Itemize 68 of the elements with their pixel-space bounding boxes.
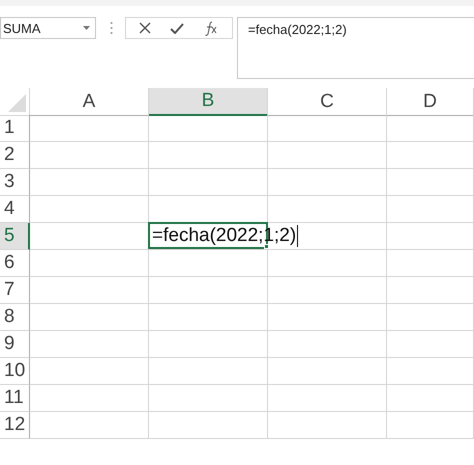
row-header[interactable]: 8 bbox=[0, 304, 30, 331]
table-cell[interactable] bbox=[387, 385, 474, 412]
table-cell[interactable] bbox=[268, 250, 387, 277]
table-cell[interactable] bbox=[387, 277, 474, 304]
column-header[interactable]: C bbox=[268, 88, 387, 116]
table-cell[interactable] bbox=[30, 385, 149, 412]
row-header[interactable]: 3 bbox=[0, 169, 30, 196]
row-header[interactable]: 11 bbox=[0, 385, 30, 412]
table-cell[interactable] bbox=[387, 304, 474, 331]
table-cell[interactable] bbox=[30, 304, 149, 331]
table-cell[interactable] bbox=[387, 358, 474, 385]
table-cell[interactable] bbox=[268, 142, 387, 169]
table-cell[interactable] bbox=[387, 412, 474, 439]
cancel-icon[interactable] bbox=[139, 22, 152, 34]
table-cell[interactable] bbox=[149, 304, 268, 331]
checkmark-icon[interactable] bbox=[170, 22, 184, 34]
column-header[interactable]: D bbox=[387, 88, 474, 116]
row-header[interactable]: 7 bbox=[0, 277, 30, 304]
table-cell[interactable] bbox=[387, 196, 474, 223]
table-cell[interactable] bbox=[30, 277, 149, 304]
table-cell[interactable] bbox=[149, 142, 268, 169]
table-cell[interactable] bbox=[387, 250, 474, 277]
table-cell[interactable] bbox=[30, 331, 149, 358]
select-all-icon[interactable] bbox=[8, 94, 26, 112]
table-cell[interactable] bbox=[268, 196, 387, 223]
table-cell[interactable] bbox=[268, 385, 387, 412]
table-cell[interactable] bbox=[30, 358, 149, 385]
table-cell[interactable] bbox=[149, 385, 268, 412]
table-cell[interactable] bbox=[30, 115, 149, 142]
table-cell[interactable] bbox=[268, 304, 387, 331]
column-header[interactable]: B bbox=[149, 88, 268, 116]
table-cell[interactable] bbox=[149, 169, 268, 196]
grip-icon bbox=[110, 21, 113, 35]
table-cell[interactable] bbox=[387, 142, 474, 169]
formula-field[interactable]: =fecha(2022;1;2) bbox=[237, 17, 474, 79]
table-cell[interactable] bbox=[30, 250, 149, 277]
table-cell[interactable] bbox=[149, 358, 268, 385]
row-header[interactable]: 5 bbox=[0, 223, 30, 250]
table-cell[interactable] bbox=[268, 115, 387, 142]
table-cell[interactable] bbox=[268, 169, 387, 196]
table-cell[interactable] bbox=[30, 142, 149, 169]
table-cell[interactable] bbox=[387, 169, 474, 196]
table-cell[interactable] bbox=[387, 223, 474, 250]
row-header[interactable]: 2 bbox=[0, 142, 30, 169]
table-cell[interactable] bbox=[149, 331, 268, 358]
table-cell[interactable] bbox=[30, 196, 149, 223]
table-cell[interactable] bbox=[30, 412, 149, 439]
table-cell[interactable] bbox=[268, 331, 387, 358]
table-cell[interactable] bbox=[268, 277, 387, 304]
table-cell[interactable] bbox=[149, 115, 268, 142]
row-header[interactable]: 12 bbox=[0, 412, 30, 439]
column-header[interactable]: A bbox=[30, 88, 149, 116]
table-cell[interactable] bbox=[149, 250, 268, 277]
function-icon[interactable] bbox=[202, 20, 219, 36]
row-header[interactable]: 9 bbox=[0, 331, 30, 358]
dropdown-caret-icon[interactable] bbox=[82, 25, 91, 31]
name-box[interactable]: SUMA bbox=[0, 17, 96, 39]
row-header[interactable]: 10 bbox=[0, 358, 30, 385]
table-cell[interactable] bbox=[268, 412, 387, 439]
table-cell[interactable] bbox=[387, 115, 474, 142]
name-box-input[interactable]: SUMA bbox=[3, 20, 63, 36]
table-cell[interactable] bbox=[149, 277, 268, 304]
row-header[interactable]: 6 bbox=[0, 250, 30, 277]
table-cell[interactable] bbox=[268, 358, 387, 385]
row-header[interactable]: 1 bbox=[0, 115, 30, 142]
table-cell[interactable] bbox=[149, 412, 268, 439]
table-cell[interactable] bbox=[30, 169, 149, 196]
table-cell[interactable] bbox=[387, 331, 474, 358]
